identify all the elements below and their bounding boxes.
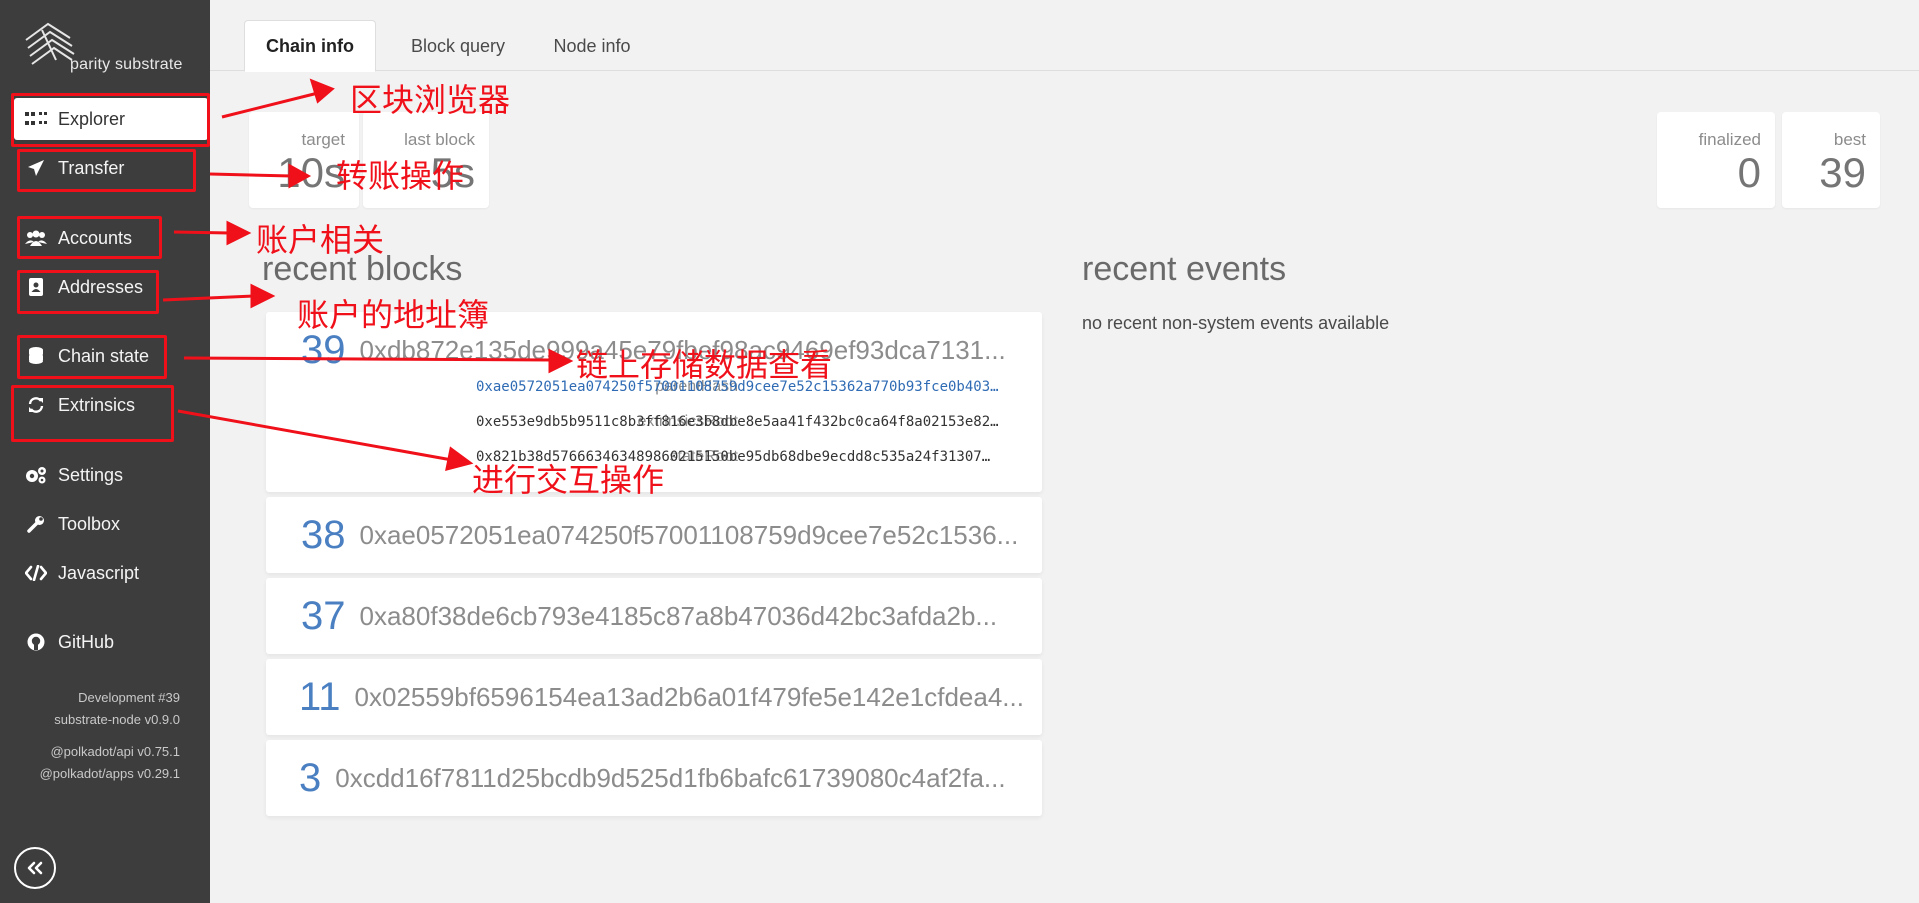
annotation-chain-state: 链上存储数据查看 <box>576 346 833 384</box>
block-number[interactable]: 37 <box>301 594 346 639</box>
sidebar-item-label: GitHub <box>58 631 115 652</box>
annotation-box-explorer <box>11 93 210 147</box>
finalized-card: finalized 0 <box>1657 112 1775 208</box>
sidebar-item-settings[interactable]: Settings <box>0 455 210 495</box>
api-version: @polkadot/api v0.75.1 <box>50 744 180 759</box>
tab-bar: Chain info Block query Node info <box>210 0 1919 72</box>
best-label: best <box>1833 130 1866 149</box>
cogs-icon <box>24 463 48 487</box>
block-number[interactable]: 38 <box>301 513 346 558</box>
block-header[interactable]: 3 0xcdd16f7811d25bcdb9d525d1fb6bafc61739… <box>266 740 1042 816</box>
annotation-explorer: 区块浏览器 <box>350 81 511 119</box>
target-value: 10s <box>277 149 345 196</box>
block-number[interactable]: 3 <box>299 756 321 801</box>
annotation-accounts: 账户相关 <box>256 221 385 259</box>
best-value: 39 <box>1819 149 1866 196</box>
double-chevron-left-icon <box>27 861 43 875</box>
tab-chain-info[interactable]: Chain info <box>244 20 376 72</box>
library-versions: @polkadot/api v0.75.1 @polkadot/apps v0.… <box>0 741 180 785</box>
best-card: best 39 <box>1782 112 1880 208</box>
sidebar-item-github[interactable]: GitHub <box>0 622 210 662</box>
brand-name: parity substrate <box>70 56 183 73</box>
wrench-icon <box>24 512 48 536</box>
detail-row-extrinsics-root: extrinsicsRoot 0xe553e9db5b9511c8b3ff816… <box>266 413 1042 437</box>
block-hash: 0x02559bf6596154ea13ad2b6a01f479fe5e142e… <box>354 681 1024 712</box>
annotation-extrinsics: 进行交互操作 <box>472 461 665 499</box>
tab-block-query[interactable]: Block query <box>390 20 526 72</box>
block-header[interactable]: 11 0x02559bf6596154ea13ad2b6a01f479fe5e1… <box>266 659 1042 735</box>
code-icon <box>24 561 48 585</box>
block-header[interactable]: 38 0xae0572051ea074250f57001108759d9cee7… <box>266 497 1042 573</box>
block-card[interactable]: 11 0x02559bf6596154ea13ad2b6a01f479fe5e1… <box>266 659 1042 735</box>
collapse-sidebar-button[interactable] <box>14 847 56 889</box>
block-header[interactable]: 37 0xa80f38de6cb793e4185c87a8b47036d42bc… <box>266 578 1042 654</box>
annotation-box-extrinsics <box>11 385 174 442</box>
sidebar-item-label: Toolbox <box>58 513 121 534</box>
sidebar-item-label: Javascript <box>58 562 140 583</box>
annotation-transfer: 转账操作 <box>336 157 465 195</box>
version-info: Development #39 substrate-node v0.9.0 <box>0 687 180 731</box>
finalized-label: finalized <box>1698 130 1761 149</box>
annotation-box-chain-state <box>17 335 167 379</box>
block-card[interactable]: 38 0xae0572051ea074250f57001108759d9cee7… <box>266 497 1042 573</box>
parity-logo[interactable]: parity substrate <box>22 20 192 80</box>
target-label: target <box>301 130 345 149</box>
github-icon <box>24 630 48 654</box>
block-card[interactable]: 37 0xa80f38de6cb793e4185c87a8b47036d42bc… <box>266 578 1042 654</box>
sidebar-item-javascript[interactable]: Javascript <box>0 553 210 593</box>
node-version: substrate-node v0.9.0 <box>54 712 180 727</box>
block-hash: 0xa80f38de6cb793e4185c87a8b47036d42bc3af… <box>359 600 998 631</box>
block-hash: 0xae0572051ea074250f57001108759d9cee7e52… <box>359 519 1019 550</box>
annotation-addresses: 账户的地址簿 <box>297 296 490 334</box>
tab-node-info[interactable]: Node info <box>530 20 654 72</box>
last-block-label: last block <box>404 130 475 149</box>
network-info: Development #39 <box>78 690 180 705</box>
finalized-value: 0 <box>1737 149 1761 196</box>
annotation-box-accounts <box>17 216 162 259</box>
extrinsics-root-value: 0xe553e9db5b9511c8b3ff816e3b8dbe8e5aa41f… <box>476 414 999 430</box>
annotation-box-transfer <box>17 149 196 192</box>
sidebar-item-label: Settings <box>58 464 124 485</box>
recent-events-title: recent events <box>1082 250 1287 288</box>
recent-events-empty: no recent non-system events available <box>1082 313 1390 333</box>
annotation-box-addresses <box>17 270 159 314</box>
sidebar-item-toolbox[interactable]: Toolbox <box>0 504 210 544</box>
apps-version: @polkadot/apps v0.29.1 <box>39 766 180 781</box>
block-hash: 0xcdd16f7811d25bcdb9d525d1fb6bafc6173908… <box>335 762 1006 793</box>
block-card[interactable]: 3 0xcdd16f7811d25bcdb9d525d1fb6bafc61739… <box>266 740 1042 816</box>
block-number[interactable]: 11 <box>299 675 341 720</box>
